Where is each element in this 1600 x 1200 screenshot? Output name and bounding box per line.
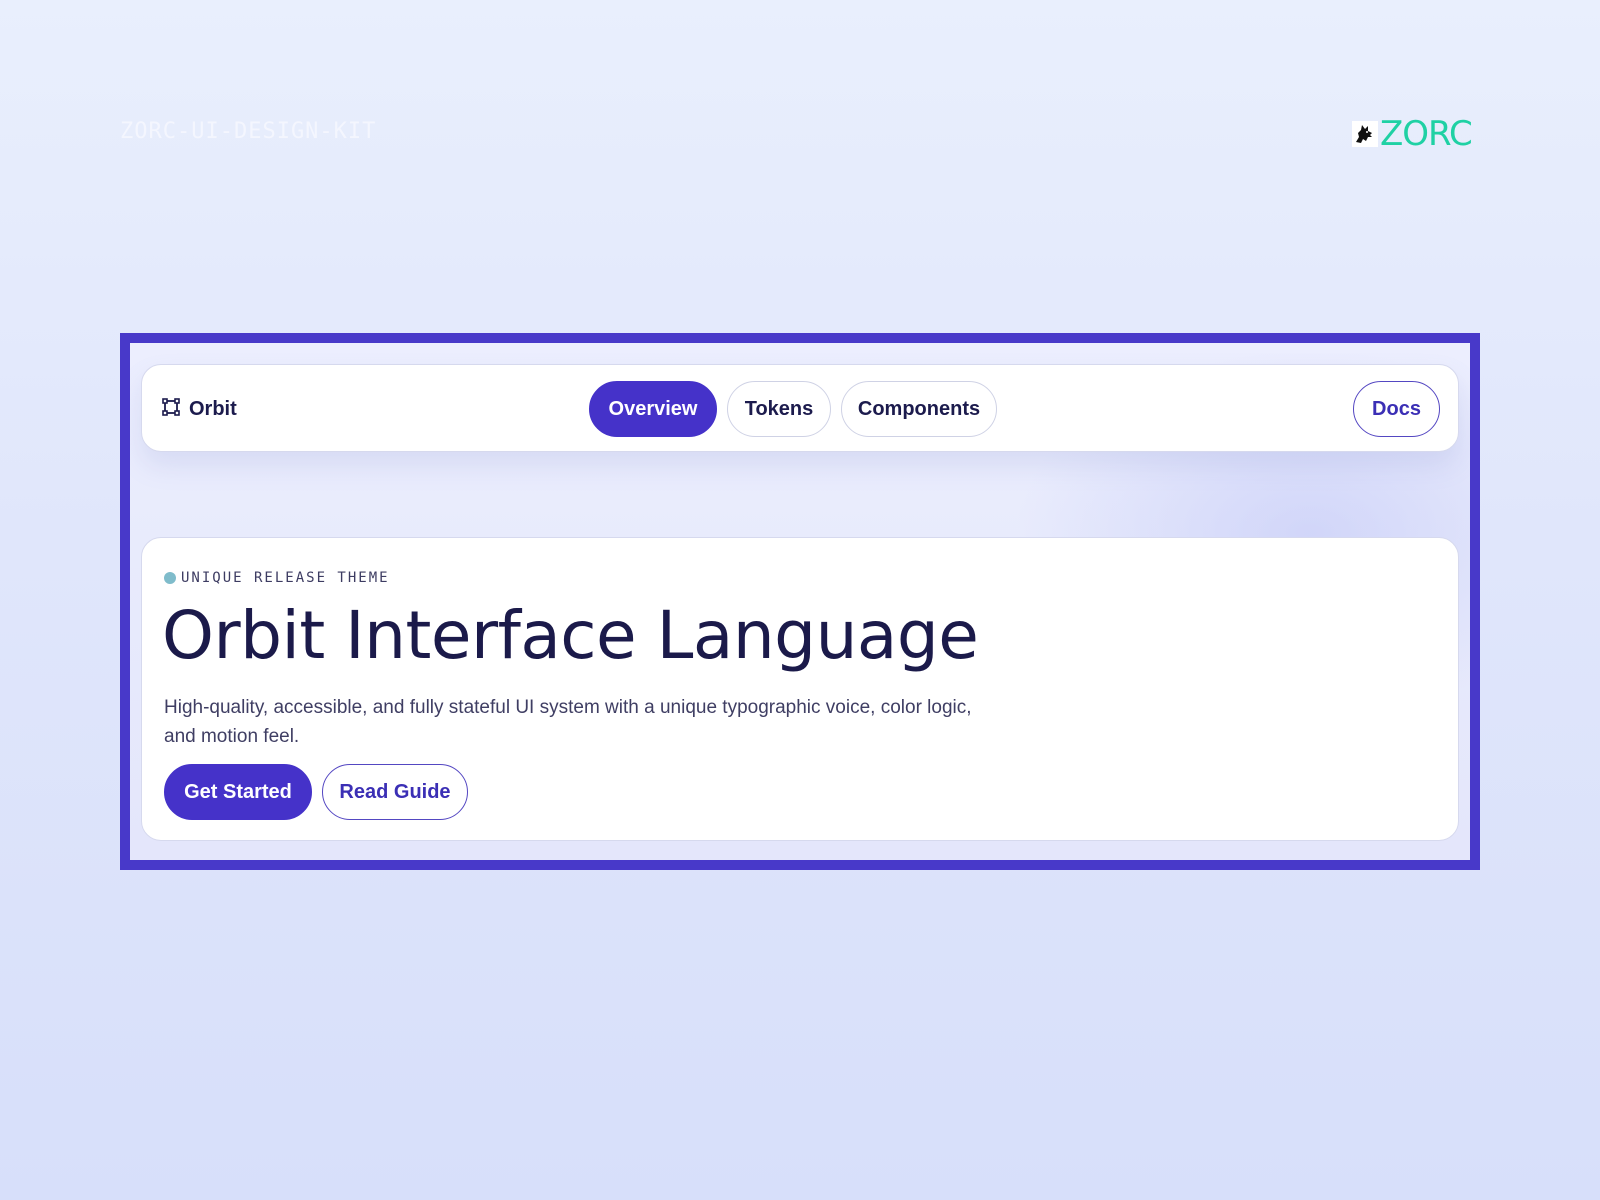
brand-wordmark: ZORC [1380,114,1473,154]
tab-components[interactable]: Components [841,381,997,437]
brand-logo: ZORC [1352,116,1480,152]
docs-button[interactable]: Docs [1353,381,1440,437]
hero-card: UNIQUE RELEASE THEME Orbit Interface Lan… [141,537,1459,841]
tab-overview[interactable]: Overview [589,381,717,437]
preview-frame: Orbit Overview Tokens Components Docs UN… [120,333,1480,870]
get-started-button[interactable]: Get Started [164,764,312,820]
wolf-mascot-icon [1352,121,1378,147]
status-dot [164,572,176,584]
logo-label: Orbit [189,397,237,420]
hero-description: High-quality, accessible, and fully stat… [164,697,972,747]
hero-title: Orbit Interface Language [162,597,979,674]
read-guide-button[interactable]: Read Guide [322,764,468,820]
frame-corners-icon [162,397,180,421]
eyebrow: UNIQUE RELEASE THEME [164,570,390,586]
tab-tokens[interactable]: Tokens [727,381,831,437]
orbit-logo[interactable]: Orbit [162,396,237,422]
top-navbar: Orbit Overview Tokens Components Docs [141,364,1459,452]
kit-label: ZORC-UI-DESIGN-KIT [120,119,377,144]
eyebrow-label: UNIQUE RELEASE THEME [181,570,390,586]
